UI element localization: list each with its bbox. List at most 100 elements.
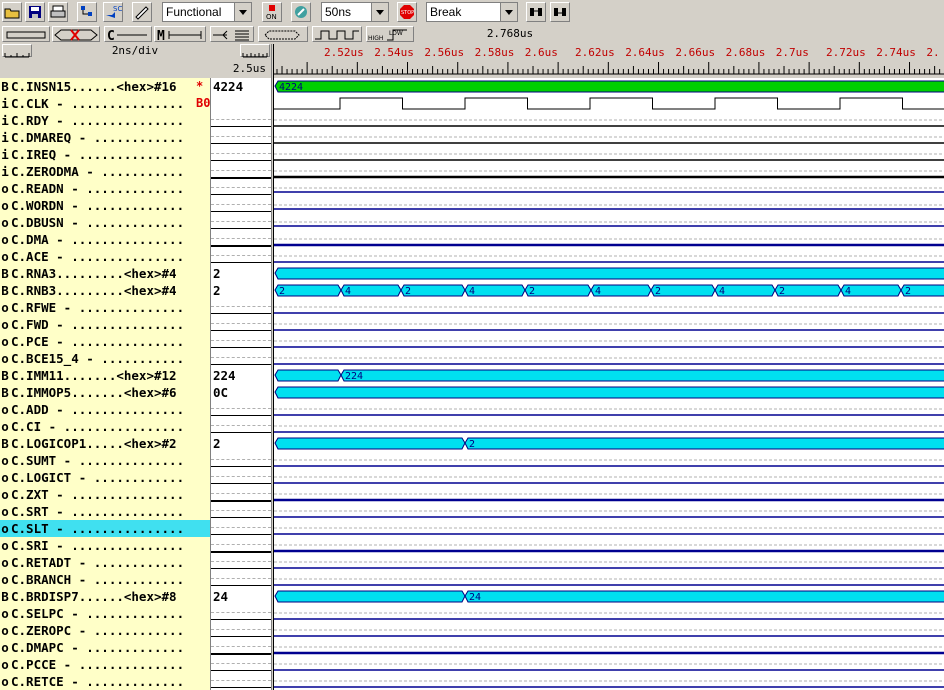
signal-row[interactable]: i C.CLK - ............... — [0, 95, 196, 112]
signal-name: C.BCE15_4 - ........... — [11, 351, 185, 366]
signal-row[interactable]: o C.DMAPC - ............. — [0, 639, 196, 656]
chevron-down-icon[interactable] — [234, 3, 251, 21]
signal-row[interactable]: B C.IMM11.......<hex>#12 — [0, 367, 196, 384]
signal-row[interactable]: o C.SUMT - .............. — [0, 452, 196, 469]
zoom-out-button[interactable] — [2, 44, 32, 58]
value-guide — [211, 143, 271, 144]
time-ruler[interactable]: 2.52us 2.54us 2.56us 2.58us 2.6us 2.62us 2.64u… — [274, 44, 944, 78]
svg-text:C: C — [107, 29, 115, 42]
cursor-c-button[interactable]: C — [104, 26, 152, 44]
find-next-icon[interactable] — [550, 2, 570, 22]
signal-row[interactable]: B C.IMMOP5.......<hex>#6 — [0, 384, 196, 401]
signal-direction: i — [1, 164, 9, 179]
signal-row[interactable]: i C.DMAREQ - ............ — [0, 129, 196, 146]
signal-row[interactable]: o C.DMA - ............... — [0, 231, 196, 248]
signal-row[interactable]: o C.READN - ............. — [0, 180, 196, 197]
signal-name: C.RFWE - .............. — [11, 300, 185, 315]
signal-name: C.READN - ............. — [11, 181, 185, 196]
signal-row[interactable]: B C.LOGICOP1.....<hex>#2 — [0, 435, 196, 452]
signal-row[interactable]: B C.RNB3.........<hex>#4 — [0, 282, 196, 299]
signal-row[interactable]: B C.INSN15......<hex>#16 — [0, 78, 196, 95]
signal-row[interactable]: o C.LOGICT - ............ — [0, 469, 196, 486]
signal-row[interactable]: B C.RNA3.........<hex>#4 — [0, 265, 196, 282]
signal-row[interactable]: o C.SELPC - ............. — [0, 605, 196, 622]
signal-row[interactable]: o C.BRANCH - ............ — [0, 571, 196, 588]
chevron-down-icon[interactable] — [500, 3, 517, 21]
signal-row[interactable]: o C.PCE - ............... — [0, 333, 196, 350]
step-size-select[interactable]: 50ns — [321, 2, 389, 22]
print-icon[interactable] — [48, 2, 68, 22]
signal-row[interactable]: o C.SRI - ............... — [0, 537, 196, 554]
waveform-edit-icon[interactable] — [132, 2, 152, 22]
break-mode-select[interactable]: Break — [426, 2, 518, 22]
signal-row[interactable]: o C.FWD - ............... — [0, 316, 196, 333]
signal-direction: B — [1, 79, 9, 94]
signal-direction: o — [1, 232, 9, 247]
value-guide — [211, 629, 271, 630]
waveform-pane[interactable]: 4224 2 4 2 4 2 4 2 4 2 4 2 224 2 24 — [274, 78, 944, 690]
value-guide — [211, 119, 271, 120]
signal-row[interactable]: o C.RETCE - ............. — [0, 673, 196, 690]
zoom-in-button[interactable] — [240, 44, 270, 58]
main-toolbar: SC Functional ON 50ns STOP Break — [0, 0, 944, 25]
signal-name: C.SELPC - ............. — [11, 606, 185, 621]
power-on-icon[interactable]: ON — [262, 2, 282, 22]
high-low-button[interactable]: HIGH LOW — [366, 26, 414, 42]
signal-name: C.DMA - ............... — [11, 232, 185, 247]
signal-name: C.RETADT - ............ — [11, 555, 185, 570]
save-disk-icon[interactable] — [25, 2, 45, 22]
signal-row[interactable]: o C.DBUSN - ............. — [0, 214, 196, 231]
sim-mode-select[interactable]: Functional — [162, 2, 252, 22]
signal-row[interactable]: o C.WORDN - ............. — [0, 197, 196, 214]
signal-name: C.BRDISP7......<hex>#8 — [11, 589, 177, 604]
signal-row[interactable]: o C.SLT - ............... — [0, 520, 196, 537]
signal-row[interactable]: o C.ZXT - ............... — [0, 486, 196, 503]
signal-row[interactable]: i C.ZERODMA - ........... — [0, 163, 196, 180]
signal-name: C.INSN15......<hex>#16 — [11, 79, 177, 94]
signal-row[interactable]: o C.RETADT - ............ — [0, 554, 196, 571]
signal-row[interactable]: i C.RDY - ............... — [0, 112, 196, 129]
bus-segment-value: 4 — [719, 286, 725, 297]
waveform-3 — [274, 136, 944, 144]
stop-icon[interactable]: STOP — [397, 2, 417, 22]
signal-row[interactable]: o C.PCCE - .............. — [0, 656, 196, 673]
run-icon[interactable] — [291, 2, 311, 22]
hierarchy-icon[interactable] — [77, 2, 97, 22]
signal-row[interactable]: i C.IREQ - .............. — [0, 146, 196, 163]
signal-row[interactable]: o C.ADD - ............... — [0, 401, 196, 418]
signal-row[interactable]: o C.BCE15_4 - ........... — [0, 350, 196, 367]
left-time: 2.5us — [232, 62, 266, 75]
waveform-19 — [274, 408, 944, 416]
waveform-16 — [274, 357, 944, 365]
signal-row[interactable]: o C.ACE - ............... — [0, 248, 196, 265]
bus-segment — [464, 590, 944, 603]
clock-wave-button[interactable] — [312, 26, 362, 42]
find-prev-icon[interactable] — [526, 2, 546, 22]
signal-row[interactable]: o C.ZEROPC - ............ — [0, 622, 196, 639]
value-guide — [211, 551, 271, 553]
signal-row[interactable]: B C.BRDISP7......<hex>#8 — [0, 588, 196, 605]
value-guide — [211, 476, 271, 477]
signal-row[interactable]: o C.SRT - ............... — [0, 503, 196, 520]
waveform-10 — [274, 255, 944, 263]
zoom-fit-button[interactable] — [258, 26, 308, 42]
bus-segment-value: 2 — [779, 286, 785, 297]
goto-edge-button[interactable] — [210, 26, 254, 42]
signal-row[interactable]: o C.RFWE - .............. — [0, 299, 196, 316]
open-folder-icon[interactable] — [2, 2, 22, 22]
signal-direction: o — [1, 419, 9, 434]
signal-direction: o — [1, 317, 9, 332]
waveform-2 — [274, 119, 944, 127]
signal-row[interactable]: o C.CI - ................ — [0, 418, 196, 435]
value-guide — [211, 517, 271, 518]
signal-name: C.ACE - ............... — [11, 249, 185, 264]
bus-unknown-button[interactable] — [52, 26, 100, 42]
value-guide — [211, 211, 271, 212]
bus-segment — [274, 437, 466, 450]
bus-segment-value: 2 — [405, 286, 411, 297]
sc-icon[interactable]: SC — [103, 2, 123, 22]
chevron-down-icon[interactable] — [371, 3, 388, 21]
waveform-29 — [274, 578, 944, 586]
cursor-m-button[interactable]: M — [154, 26, 206, 44]
bus-display-button[interactable] — [2, 26, 50, 42]
